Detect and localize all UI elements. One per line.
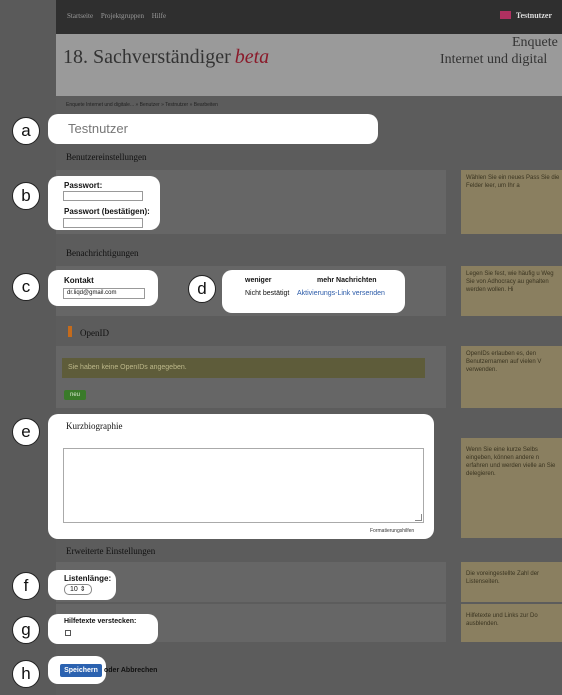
help-bio: Wenn Sie eine kurze Selbs eingeben, könn… <box>461 438 562 538</box>
help-password: Wählen Sie ein neues Pass Sie die Felder… <box>461 170 562 234</box>
help-notifications: Legen Sie fest, wie häufig u Weg Sie von… <box>461 266 562 316</box>
or-cancel: oder Abbrechen <box>104 667 157 674</box>
help-list-length: Die voreingestellte Zahl der Listenseite… <box>461 562 562 602</box>
enquete-title-line1: Enquete <box>512 35 558 50</box>
user-name: Testnutzer <box>515 11 552 20</box>
hide-help-label: Hilfetexte verstecken: <box>64 618 137 625</box>
main-nav: Startseite Projektgruppen Hilfe <box>67 12 172 20</box>
hide-help-checkbox[interactable] <box>65 630 71 636</box>
marker-d: d <box>188 275 216 303</box>
beta-label: beta <box>234 46 270 68</box>
list-length-value: 10 <box>70 586 78 593</box>
marker-g: g <box>12 616 40 644</box>
notify-more-label: mehr Nachrichten <box>317 277 377 284</box>
section-bio: Kurzbiographie <box>66 421 123 431</box>
display-name-input[interactable]: Testnutzer <box>68 121 128 136</box>
site-title[interactable]: 18. Sachverständiger beta <box>63 46 269 69</box>
resize-handle-icon[interactable] <box>415 514 422 521</box>
cancel-link[interactable]: Abbrechen <box>121 667 158 674</box>
format-help-link[interactable]: Formatierungshilfen <box>370 528 414 534</box>
list-length-label: Listenlänge: <box>64 574 112 583</box>
section-user-settings: Benutzereinstellungen <box>66 152 147 162</box>
nav-projektgruppen[interactable]: Projektgruppen <box>101 12 144 20</box>
bio-textarea[interactable] <box>63 448 424 523</box>
site-title-text: 18. Sachverständiger <box>63 46 231 68</box>
section-openid: OpenID <box>80 328 109 338</box>
password-label: Passwort: <box>64 181 103 190</box>
marker-a: a <box>12 117 40 145</box>
password-field[interactable] <box>63 191 143 201</box>
list-length-select[interactable]: 10 ⇕ <box>64 584 92 595</box>
marker-h: h <box>12 660 40 688</box>
marker-e: e <box>12 418 40 446</box>
activation-link[interactable]: Aktivierungs-Link versenden <box>297 290 385 297</box>
or-text: oder <box>104 667 120 674</box>
password-confirm-label: Passwort (bestätigen): <box>64 207 150 216</box>
marker-c: c <box>12 273 40 301</box>
nav-hilfe[interactable]: Hilfe <box>152 12 166 20</box>
section-advanced: Erweiterte Einstellungen <box>66 546 156 556</box>
notify-less-label: weniger <box>245 277 272 284</box>
marker-b: b <box>12 182 40 210</box>
openid-icon <box>68 326 72 337</box>
marker-f: f <box>12 572 40 600</box>
save-button[interactable]: Speichern <box>60 664 102 677</box>
password-confirm-field[interactable] <box>63 218 143 228</box>
contact-email-field[interactable]: dr.liqd@gmail.com <box>63 288 145 299</box>
openid-notice: Sie haben keine OpenIDs angegeben. <box>62 358 425 378</box>
contact-label: Kontakt <box>64 276 94 285</box>
breadcrumb[interactable]: Enquete Internet und digitale... » Benut… <box>66 102 218 108</box>
user-icon <box>499 11 511 19</box>
nav-startseite[interactable]: Startseite <box>67 12 93 20</box>
user-menu[interactable]: Testnutzer <box>499 11 552 20</box>
enquete-title-line2: Internet und digital <box>440 52 548 67</box>
openid-new-button[interactable]: neu <box>64 390 86 400</box>
help-hide-help: Hilfetexte und Links zur Do ausblenden. <box>461 604 562 642</box>
help-openid: OpenIDs erlauben es, den Benutzernamen a… <box>461 346 562 408</box>
section-notifications: Benachrichtigungen <box>66 248 139 258</box>
notify-status: Nicht bestätigt <box>245 290 290 297</box>
